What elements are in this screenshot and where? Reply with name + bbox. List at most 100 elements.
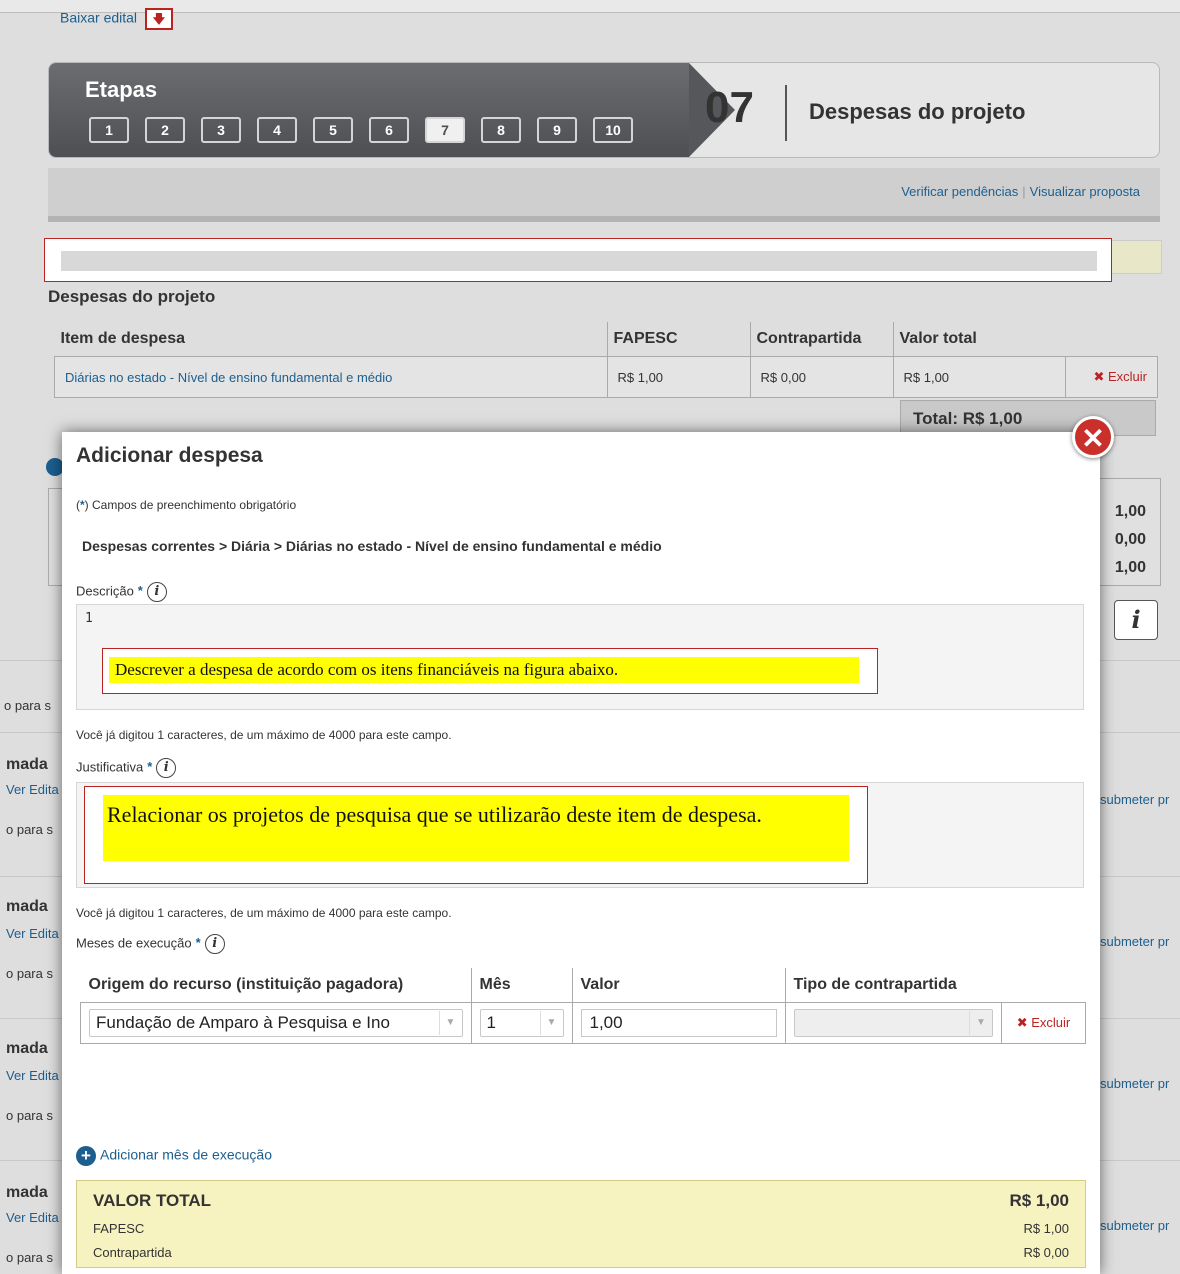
- step-6-button[interactable]: 6: [369, 117, 409, 143]
- side-item-title: mada: [6, 1184, 48, 1201]
- chevron-down-icon[interactable]: ▼: [438, 1011, 462, 1035]
- total-value-box: VALOR TOTAL R$ 1,00 FAPESC R$ 1,00 Contr…: [76, 1180, 1086, 1268]
- delete-expense-button[interactable]: ✖ Excluir: [1065, 356, 1158, 398]
- redacted-annotation-box: [44, 238, 1112, 282]
- description-char-counter: Você já digitou 1 caracteres, de um máxi…: [76, 728, 452, 742]
- step-9-button[interactable]: 9: [537, 117, 577, 143]
- justification-label: Justificativa * i: [76, 758, 177, 778]
- step-3-button[interactable]: 3: [201, 117, 241, 143]
- modal-title: Adicionar despesa: [76, 444, 263, 467]
- plus-icon[interactable]: +: [76, 1146, 96, 1166]
- side-item-link[interactable]: Ver Edita: [6, 926, 59, 941]
- header-valor-total: Valor total: [892, 322, 1066, 357]
- execution-months-label: Meses de execução * i: [76, 934, 225, 954]
- expenses-table-header: Item de despesa FAPESC Contrapartida Val…: [54, 322, 1158, 357]
- description-value[interactable]: 1: [85, 611, 93, 626]
- step-5-button[interactable]: 5: [313, 117, 353, 143]
- description-info-icon[interactable]: i: [146, 582, 167, 602]
- header-actions: [1065, 322, 1158, 357]
- side-item-submit-link[interactable]: submeter pr: [1100, 1076, 1169, 1091]
- description-annotation-box: Descrever a despesa de acordo com os ite…: [102, 648, 878, 694]
- justification-info-icon[interactable]: i: [156, 758, 177, 778]
- side-item-submit-link[interactable]: submeter pr: [1100, 792, 1169, 807]
- step-10-button[interactable]: 10: [593, 117, 633, 143]
- side-item-link[interactable]: Ver Edita: [6, 782, 59, 797]
- description-annotation: Descrever a despesa de acordo com os ite…: [109, 657, 859, 683]
- add-expense-modal: Adicionar despesa ✕ (*) Campos de preenc…: [62, 416, 1114, 1274]
- close-modal-button[interactable]: ✕: [1072, 416, 1114, 458]
- side-text: o para s: [4, 698, 51, 713]
- month-select[interactable]: 1 ▼: [479, 1009, 564, 1037]
- redacted-bar: [61, 251, 1097, 271]
- header-item: Item de despesa: [54, 322, 607, 357]
- chevron-down-icon[interactable]: ▼: [539, 1011, 563, 1035]
- counterpart-label: Contrapartida: [93, 1245, 172, 1260]
- step-8-button[interactable]: 8: [481, 117, 521, 143]
- side-item-title: mada: [6, 1040, 48, 1057]
- download-arrow-icon[interactable]: 🡇: [144, 8, 173, 30]
- required-fields-note: (*) Campos de preenchimento obrigatório: [76, 498, 297, 512]
- justification-annotation-box: Relacionar os projetos de pesquisa que s…: [84, 786, 868, 884]
- step-7-button-active[interactable]: 7: [425, 117, 465, 143]
- current-step-name: Despesas do projeto: [809, 99, 1026, 124]
- delete-month-cell: ✖ Excluir: [1001, 1002, 1086, 1044]
- side-item-title: mada: [6, 898, 48, 915]
- header-fapesc: FAPESC: [606, 322, 750, 357]
- header-counterpart-type: Tipo de contrapartida: [784, 968, 1002, 1003]
- counterpart-value: R$ 0,00: [1023, 1245, 1069, 1260]
- origin-select[interactable]: Fundação de Amparo à Pesquisa e Ino ▼: [89, 1009, 463, 1037]
- execution-months-info-icon[interactable]: i: [204, 934, 225, 954]
- expense-fapesc: R$ 1,00: [606, 356, 751, 398]
- top-border: [0, 0, 1180, 13]
- description-label-text: Descrição: [76, 583, 134, 599]
- download-edital-link[interactable]: Baixar edital 🡇: [60, 8, 173, 30]
- required-note-text: Campos de preenchimento obrigatório: [88, 498, 297, 512]
- header-actions: [1002, 968, 1086, 1003]
- header-origin: Origem do recurso (instituição pagadora): [88, 976, 404, 993]
- step-4-button[interactable]: 4: [257, 117, 297, 143]
- add-month-button[interactable]: + Adicionar mês de execução: [76, 1146, 272, 1166]
- fapesc-row: FAPESC R$ 1,00: [93, 1221, 1069, 1236]
- execution-months-label-text: Meses de execução: [76, 935, 192, 951]
- add-month-label[interactable]: Adicionar mês de execução: [100, 1147, 272, 1163]
- summary-value-total: 1,00: [1114, 503, 1146, 520]
- delete-month-button[interactable]: ✖ Excluir: [1017, 1015, 1071, 1030]
- step-2-button[interactable]: 2: [145, 117, 185, 143]
- check-pending-link[interactable]: Verificar pendências: [901, 184, 1018, 199]
- expense-total: R$ 1,00: [892, 356, 1066, 398]
- required-star-icon: *: [147, 759, 153, 775]
- origin-selected-value: Fundação de Amparo à Pesquisa e Ino: [96, 1013, 390, 1032]
- execution-table-header: Origem do recurso (instituição pagadora)…: [81, 968, 1086, 1003]
- expenses-table: Item de despesa FAPESC Contrapartida Val…: [54, 322, 1158, 398]
- steps-panel: Etapas 1 2 3 4 5 6 7 8 9 10 07 Despesas …: [48, 62, 1160, 158]
- side-item-text: o para s: [6, 1250, 53, 1265]
- required-star-icon: *: [80, 498, 85, 512]
- close-icon: ✕: [1081, 423, 1105, 454]
- side-item-link[interactable]: Ver Edita: [6, 1068, 59, 1083]
- total-value: R$ 1,00: [1009, 1191, 1069, 1210]
- counterpart-type-select[interactable]: ▼: [793, 1009, 993, 1037]
- info-icon[interactable]: i: [1114, 600, 1158, 640]
- download-edital-label[interactable]: Baixar edital: [60, 10, 137, 26]
- side-item-link[interactable]: Ver Edita: [6, 1210, 59, 1225]
- view-proposal-link[interactable]: Visualizar proposta: [1030, 184, 1140, 199]
- table-row: Fundação de Amparo à Pesquisa e Ino ▼ 1 ▼ …: [80, 1002, 1086, 1044]
- step-divider: [785, 85, 787, 141]
- chevron-down-icon[interactable]: ▼: [969, 1011, 992, 1035]
- delete-icon: ✖: [1016, 1015, 1032, 1030]
- side-item-submit-link[interactable]: submeter pr: [1100, 1218, 1169, 1233]
- summary-value-contrapartida: 0,00: [1114, 531, 1146, 548]
- value-cell: 1,00: [571, 1002, 786, 1044]
- value-input[interactable]: 1,00: [580, 1009, 777, 1037]
- expense-breadcrumb: Despesas correntes > Diária > Diárias no…: [82, 538, 662, 554]
- side-item-submit-link[interactable]: submeter pr: [1100, 934, 1169, 949]
- justification-label-text: Justificativa: [76, 759, 144, 775]
- step-1-button[interactable]: 1: [89, 117, 129, 143]
- justification-annotation: Relacionar os projetos de pesquisa que s…: [103, 795, 849, 861]
- current-step-number: 07: [705, 83, 754, 132]
- total-row: VALOR TOTAL R$ 1,00: [93, 1191, 1069, 1211]
- expense-item-link[interactable]: Diárias no estado - Nível de ensino fund…: [54, 356, 608, 398]
- link-separator: |: [1022, 184, 1026, 199]
- side-item-text: o para s: [6, 822, 53, 837]
- summary-values: 1,00 0,00 1,00: [1106, 498, 1146, 582]
